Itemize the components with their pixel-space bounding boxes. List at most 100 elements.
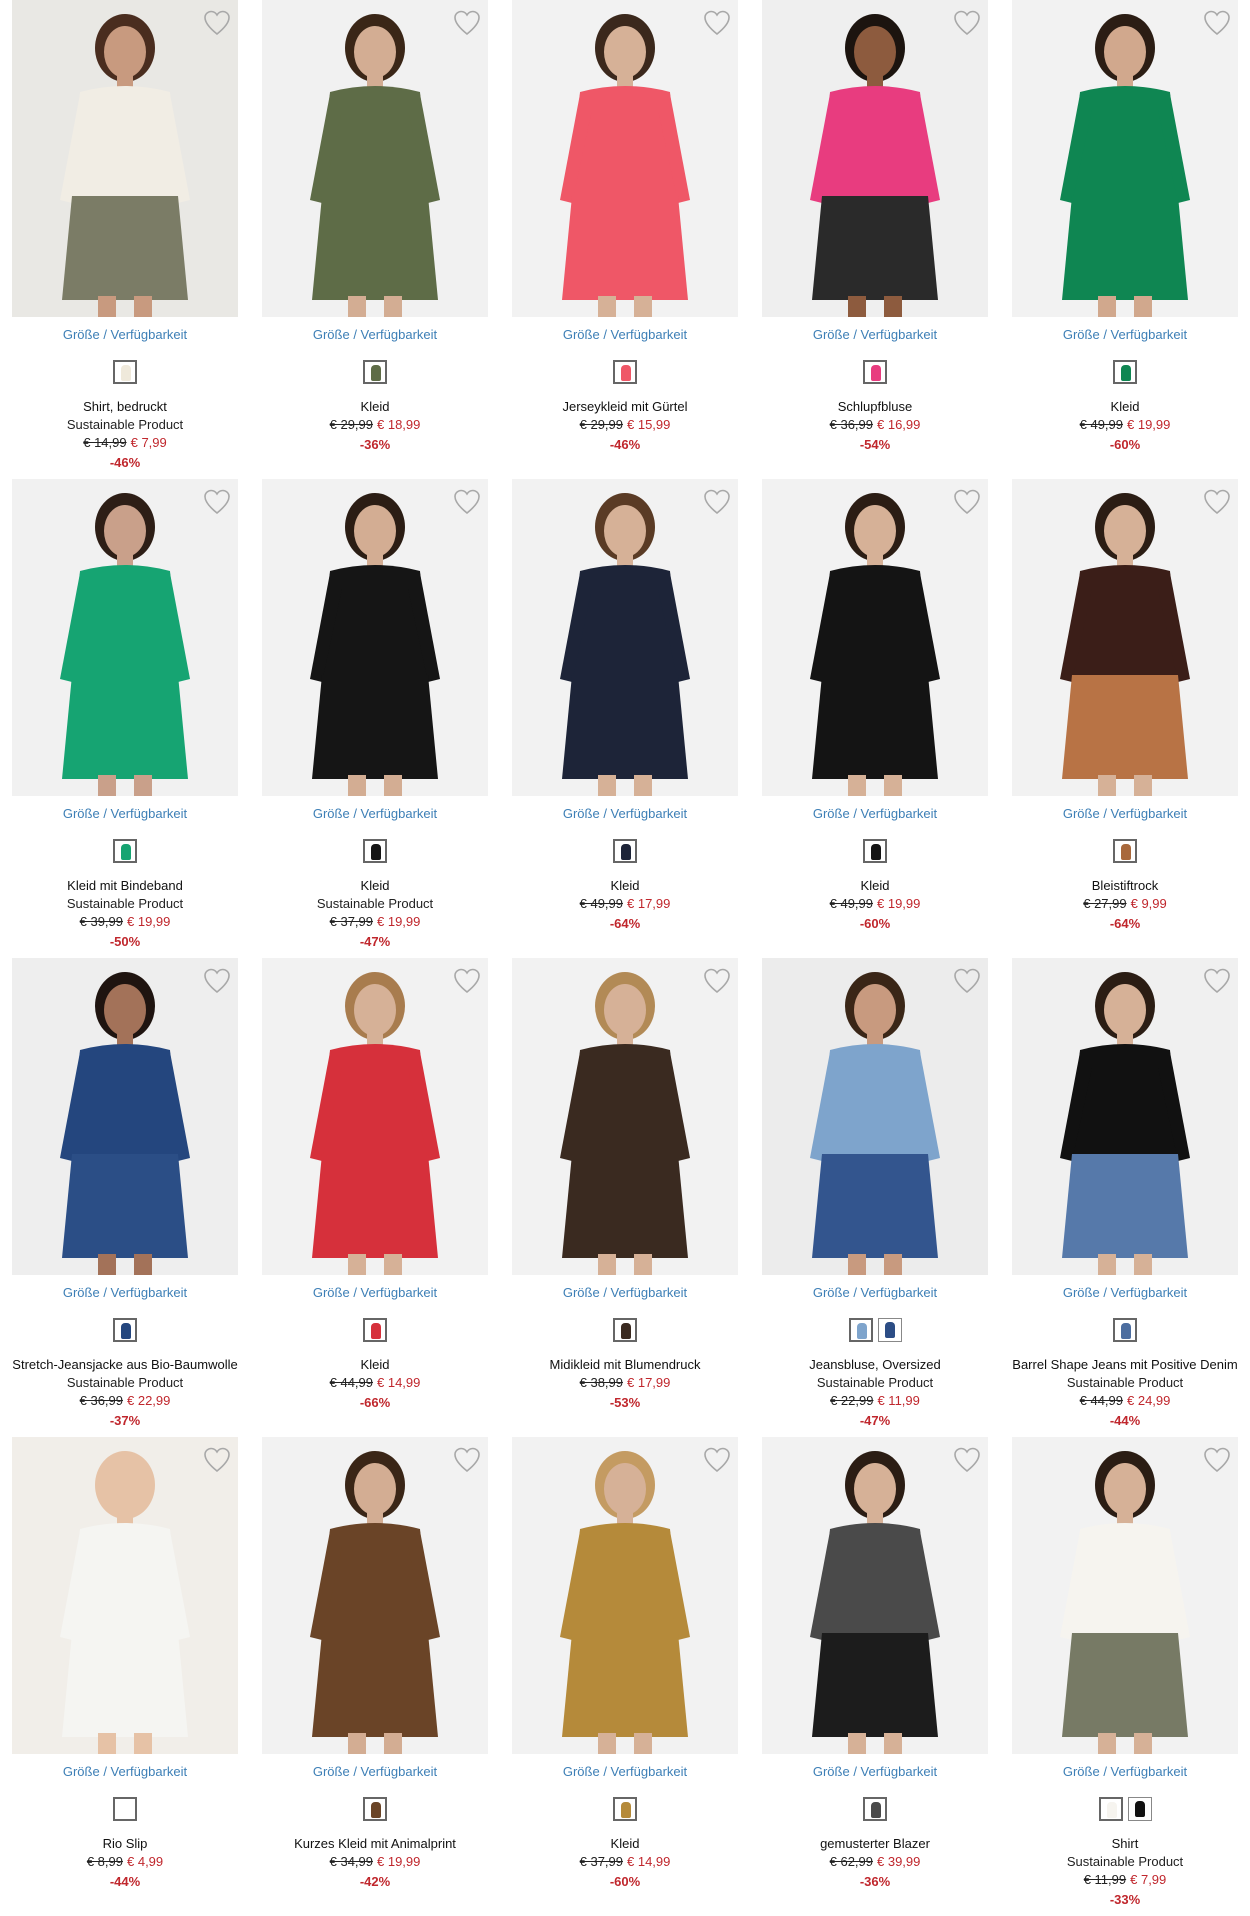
product-image[interactable] bbox=[762, 1437, 988, 1754]
product-image[interactable] bbox=[12, 479, 238, 796]
product-card[interactable]: Größe / Verfügbarkeit Shirt, bedruckt Su… bbox=[12, 0, 238, 479]
wishlist-heart-icon[interactable] bbox=[1202, 966, 1232, 996]
color-swatch[interactable] bbox=[363, 1318, 387, 1342]
product-name[interactable]: Kleid mit Bindeband bbox=[12, 877, 238, 895]
size-availability-link[interactable]: Größe / Verfügbarkeit bbox=[1063, 1285, 1187, 1301]
product-card[interactable]: Größe / Verfügbarkeit Kleid Sustainable … bbox=[262, 479, 488, 958]
color-swatch[interactable] bbox=[863, 360, 887, 384]
size-availability-link[interactable]: Größe / Verfügbarkeit bbox=[563, 1285, 687, 1301]
product-card[interactable]: Größe / Verfügbarkeit Rio Slip € 8,99 € 4… bbox=[12, 1437, 238, 1916]
color-swatch[interactable] bbox=[363, 360, 387, 384]
product-name[interactable]: Jerseykleid mit Gürtel bbox=[512, 398, 738, 416]
size-availability-link[interactable]: Größe / Verfügbarkeit bbox=[1063, 327, 1187, 343]
size-availability-link[interactable]: Größe / Verfügbarkeit bbox=[313, 1764, 437, 1780]
product-name[interactable]: Shirt bbox=[1012, 1835, 1238, 1853]
color-swatch[interactable] bbox=[1113, 1318, 1137, 1342]
size-availability-link[interactable]: Größe / Verfügbarkeit bbox=[313, 1285, 437, 1301]
color-swatch[interactable] bbox=[848, 1318, 873, 1342]
product-name[interactable]: Kleid bbox=[1012, 398, 1238, 416]
color-swatch[interactable] bbox=[113, 839, 137, 863]
product-name[interactable]: gemusterter Blazer bbox=[762, 1835, 988, 1853]
product-card[interactable]: Größe / Verfügbarkeit Kurzes Kleid mit A… bbox=[262, 1437, 488, 1916]
product-image[interactable] bbox=[762, 479, 988, 796]
wishlist-heart-icon[interactable] bbox=[952, 1445, 982, 1475]
product-name[interactable]: Bleistiftrock bbox=[1012, 877, 1238, 895]
color-swatch[interactable] bbox=[113, 360, 137, 384]
wishlist-heart-icon[interactable] bbox=[202, 8, 232, 38]
product-card[interactable]: Größe / Verfügbarkeit Bleistiftrock € 27… bbox=[1012, 479, 1238, 958]
product-image[interactable] bbox=[262, 958, 488, 1275]
product-name[interactable]: Midikleid mit Blumendruck bbox=[512, 1356, 738, 1374]
color-swatch[interactable] bbox=[113, 1797, 137, 1821]
product-image[interactable] bbox=[12, 0, 238, 317]
product-card[interactable]: Größe / Verfügbarkeit Stretch-Jeansjacke… bbox=[12, 958, 238, 1437]
product-name[interactable]: Kleid bbox=[762, 877, 988, 895]
product-name[interactable]: Kurzes Kleid mit Animalprint bbox=[262, 1835, 488, 1853]
color-swatch[interactable] bbox=[1113, 839, 1137, 863]
color-swatch[interactable] bbox=[1127, 1797, 1152, 1821]
wishlist-heart-icon[interactable] bbox=[452, 8, 482, 38]
color-swatch[interactable] bbox=[613, 1797, 637, 1821]
product-image[interactable] bbox=[512, 479, 738, 796]
wishlist-heart-icon[interactable] bbox=[702, 966, 732, 996]
color-swatch[interactable] bbox=[613, 1318, 637, 1342]
wishlist-heart-icon[interactable] bbox=[1202, 8, 1232, 38]
size-availability-link[interactable]: Größe / Verfügbarkeit bbox=[813, 1285, 937, 1301]
product-name[interactable]: Jeansbluse, Oversized bbox=[762, 1356, 988, 1374]
product-name[interactable]: Stretch-Jeansjacke aus Bio-Baumwolle bbox=[12, 1356, 238, 1374]
product-name[interactable]: Kleid bbox=[262, 1356, 488, 1374]
wishlist-heart-icon[interactable] bbox=[952, 487, 982, 517]
product-card[interactable]: Größe / Verfügbarkeit Kleid € 29,99 € 18,… bbox=[262, 0, 488, 479]
product-card[interactable]: Größe / Verfügbarkeit Kleid € 49,99 € 17,… bbox=[512, 479, 738, 958]
product-card[interactable]: Größe / Verfügbarkeit Schlupfbluse € 36,… bbox=[762, 0, 988, 479]
product-image[interactable] bbox=[512, 0, 738, 317]
product-card[interactable]: Größe / Verfügbarkeit Midikleid mit Blum… bbox=[512, 958, 738, 1437]
product-image[interactable] bbox=[1012, 1437, 1238, 1754]
color-swatch[interactable] bbox=[877, 1318, 902, 1342]
product-image[interactable] bbox=[512, 958, 738, 1275]
product-card[interactable]: Größe / Verfügbarkeit Jeansbluse, Oversi… bbox=[762, 958, 988, 1437]
wishlist-heart-icon[interactable] bbox=[952, 966, 982, 996]
size-availability-link[interactable]: Größe / Verfügbarkeit bbox=[813, 1764, 937, 1780]
product-name[interactable]: Kleid bbox=[262, 398, 488, 416]
product-card[interactable]: Größe / Verfügbarkeit gemusterter Blazer… bbox=[762, 1437, 988, 1916]
size-availability-link[interactable]: Größe / Verfügbarkeit bbox=[63, 806, 187, 822]
size-availability-link[interactable]: Größe / Verfügbarkeit bbox=[1063, 1764, 1187, 1780]
product-image[interactable] bbox=[262, 0, 488, 317]
wishlist-heart-icon[interactable] bbox=[952, 8, 982, 38]
product-image[interactable] bbox=[12, 1437, 238, 1754]
product-image[interactable] bbox=[262, 479, 488, 796]
product-name[interactable]: Shirt, bedruckt bbox=[12, 398, 238, 416]
wishlist-heart-icon[interactable] bbox=[202, 487, 232, 517]
product-card[interactable]: Größe / Verfügbarkeit Barrel Shape Jeans… bbox=[1012, 958, 1238, 1437]
product-card[interactable]: Größe / Verfügbarkeit Jerseykleid mit Gü… bbox=[512, 0, 738, 479]
color-swatch[interactable] bbox=[863, 1797, 887, 1821]
product-card[interactable]: Größe / Verfügbarkeit Kleid € 49,99 € 19,… bbox=[762, 479, 988, 958]
product-image[interactable] bbox=[762, 958, 988, 1275]
size-availability-link[interactable]: Größe / Verfügbarkeit bbox=[313, 327, 437, 343]
wishlist-heart-icon[interactable] bbox=[202, 1445, 232, 1475]
color-swatch[interactable] bbox=[1098, 1797, 1123, 1821]
wishlist-heart-icon[interactable] bbox=[1202, 487, 1232, 517]
color-swatch[interactable] bbox=[613, 839, 637, 863]
wishlist-heart-icon[interactable] bbox=[1202, 1445, 1232, 1475]
size-availability-link[interactable]: Größe / Verfügbarkeit bbox=[63, 1285, 187, 1301]
color-swatch[interactable] bbox=[363, 1797, 387, 1821]
product-name[interactable]: Rio Slip bbox=[12, 1835, 238, 1853]
product-name[interactable]: Schlupfbluse bbox=[762, 398, 988, 416]
product-card[interactable]: Größe / Verfügbarkeit Kleid € 49,99 € 19,… bbox=[1012, 0, 1238, 479]
wishlist-heart-icon[interactable] bbox=[702, 1445, 732, 1475]
product-name[interactable]: Barrel Shape Jeans mit Positive Denim bbox=[1012, 1356, 1238, 1374]
wishlist-heart-icon[interactable] bbox=[452, 966, 482, 996]
color-swatch[interactable] bbox=[1113, 360, 1137, 384]
wishlist-heart-icon[interactable] bbox=[702, 487, 732, 517]
product-image[interactable] bbox=[1012, 479, 1238, 796]
color-swatch[interactable] bbox=[863, 839, 887, 863]
product-image[interactable] bbox=[262, 1437, 488, 1754]
product-image[interactable] bbox=[762, 0, 988, 317]
product-card[interactable]: Größe / Verfügbarkeit Kleid € 44,99 € 14,… bbox=[262, 958, 488, 1437]
color-swatch[interactable] bbox=[113, 1318, 137, 1342]
wishlist-heart-icon[interactable] bbox=[452, 1445, 482, 1475]
wishlist-heart-icon[interactable] bbox=[202, 966, 232, 996]
product-image[interactable] bbox=[1012, 0, 1238, 317]
